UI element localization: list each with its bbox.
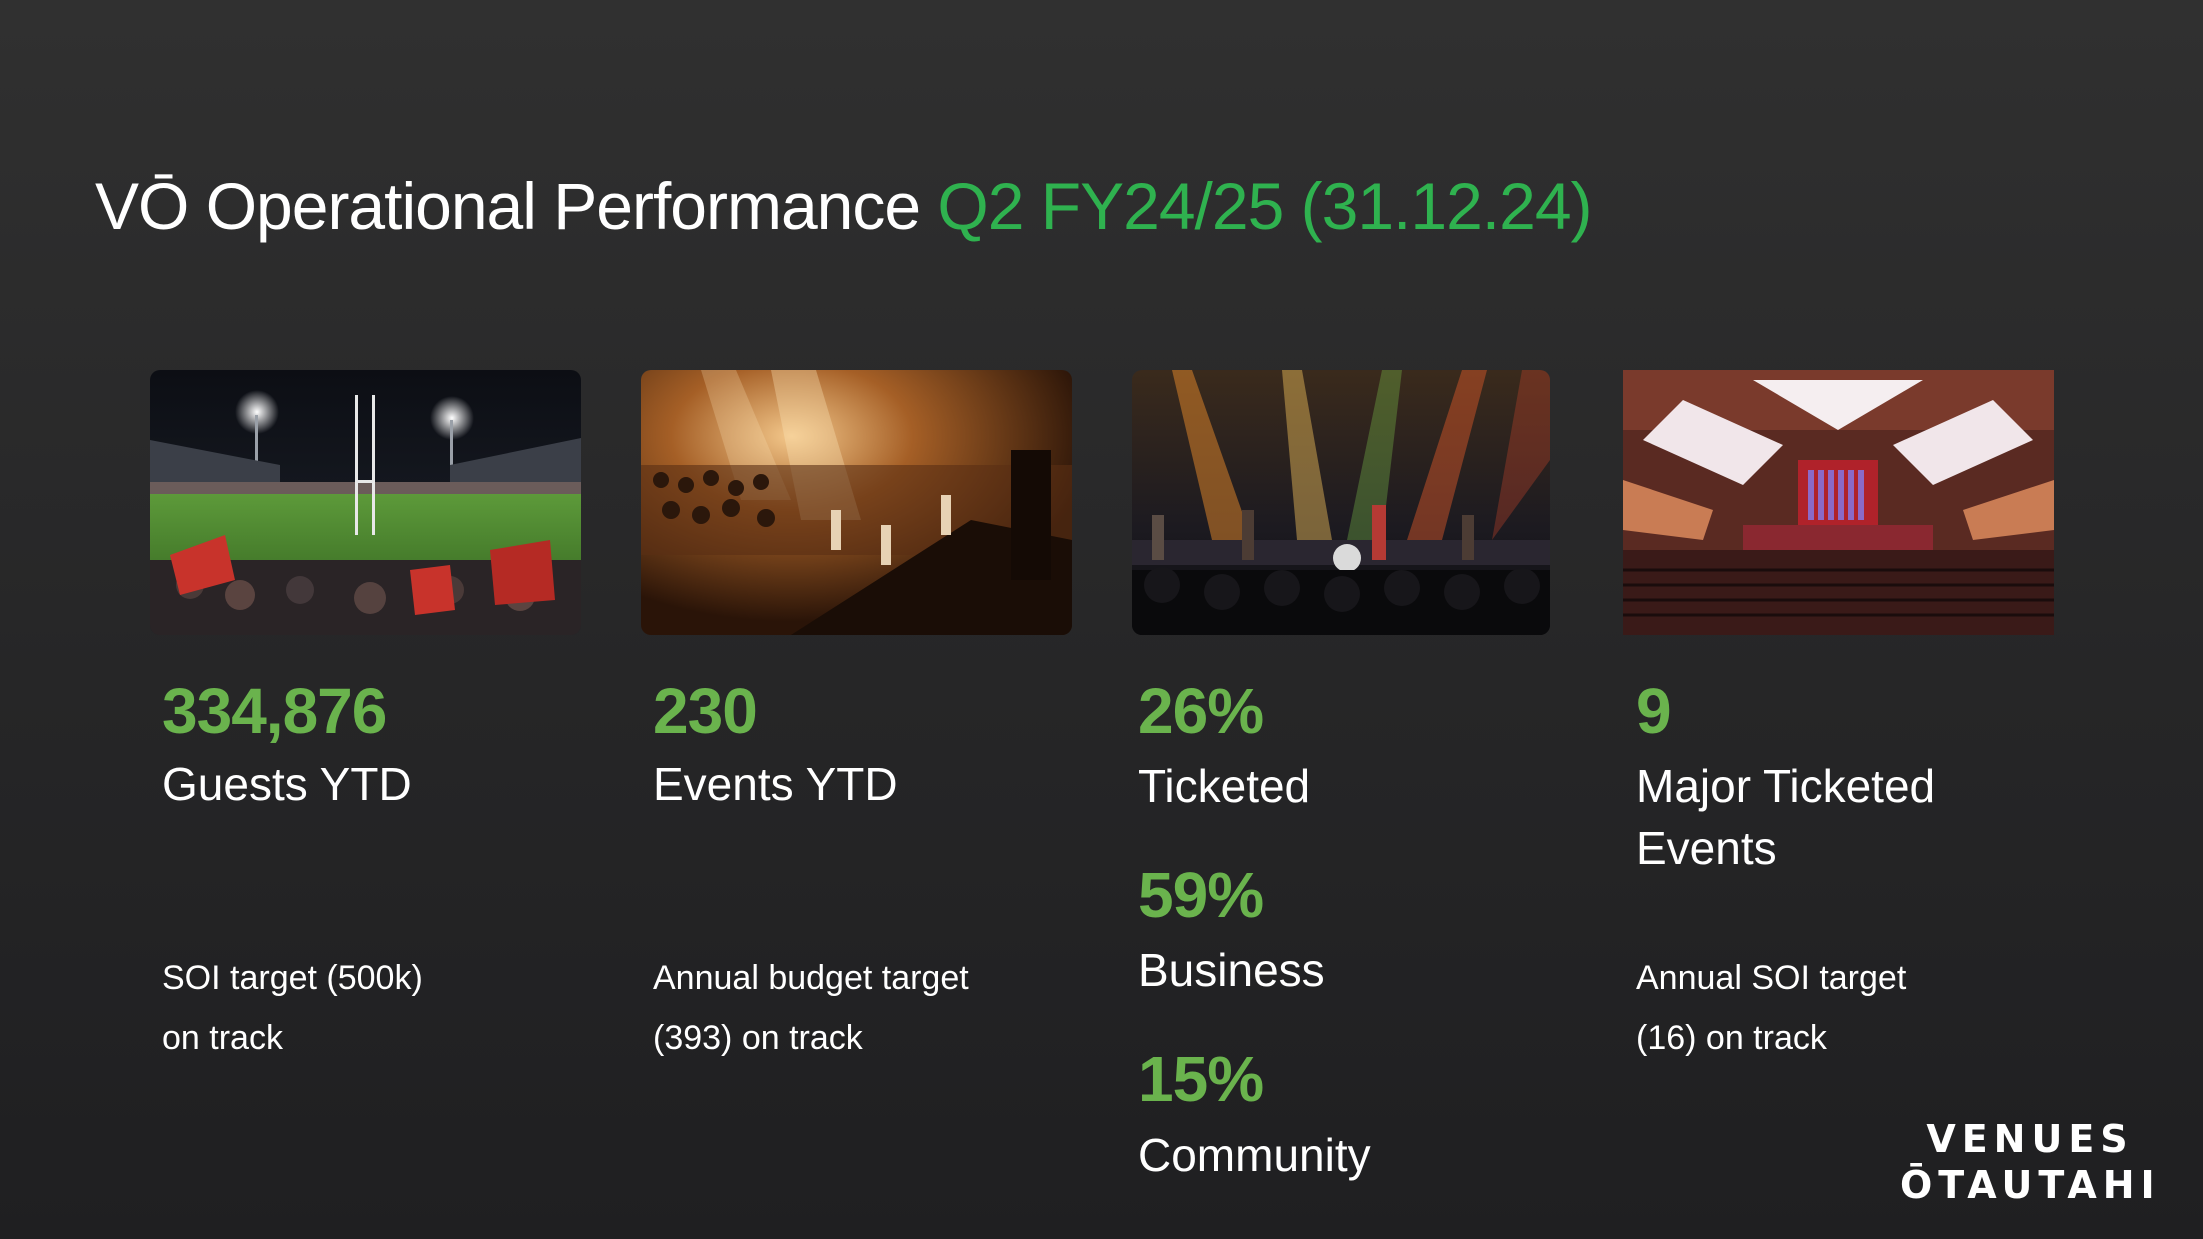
business-value: 59%	[1138, 859, 1264, 931]
ticketed-label: Ticketed	[1138, 760, 1311, 812]
venues-otautahi-logo: VENUES ŌTAUTAHI	[1900, 1116, 2160, 1208]
concert-hall-photo	[1623, 370, 2054, 635]
guests-note: SOI target (500k) on track	[162, 948, 423, 1068]
guests-note-line2: on track	[162, 1019, 283, 1057]
guests-note-line1: SOI target (500k)	[162, 959, 423, 997]
page-title: VŌ Operational Performance Q2 FY24/25 (3…	[95, 168, 1593, 244]
logo-line1: VENUES	[1926, 1117, 2134, 1161]
ticketed-value: 26%	[1138, 675, 1264, 747]
major-events-value: 9	[1636, 675, 1672, 747]
guests-label: Guests YTD	[162, 758, 412, 810]
logo-line2: ŌTAUTAHI	[1900, 1163, 2161, 1207]
major-events-label-line1: Major Ticketed	[1636, 760, 1936, 812]
events-note: Annual budget target (393) on track	[653, 948, 969, 1068]
major-events-note-line1: Annual SOI target	[1636, 959, 1907, 997]
title-period: Q2 FY24/25 (31.12.24)	[937, 169, 1592, 243]
events-value: 230	[653, 675, 758, 747]
major-events-label: Major Ticketed Events	[1636, 755, 1935, 879]
guests-value: 334,876	[162, 675, 387, 747]
events-note-line1: Annual budget target	[653, 959, 969, 997]
major-events-note: Annual SOI target (16) on track	[1636, 948, 1906, 1068]
events-note-line2: (393) on track	[653, 1019, 863, 1057]
community-value: 15%	[1138, 1043, 1264, 1115]
title-main: VŌ Operational Performance	[95, 169, 921, 243]
business-label: Business	[1138, 944, 1325, 996]
major-events-note-line2: (16) on track	[1636, 1019, 1827, 1057]
events-label: Events YTD	[653, 758, 898, 810]
stadium-photo	[150, 370, 581, 635]
major-events-label-line2: Events	[1636, 822, 1777, 874]
concert-crowd-photo	[641, 370, 1072, 635]
community-label: Community	[1138, 1129, 1371, 1181]
band-stage-photo	[1132, 370, 1550, 635]
